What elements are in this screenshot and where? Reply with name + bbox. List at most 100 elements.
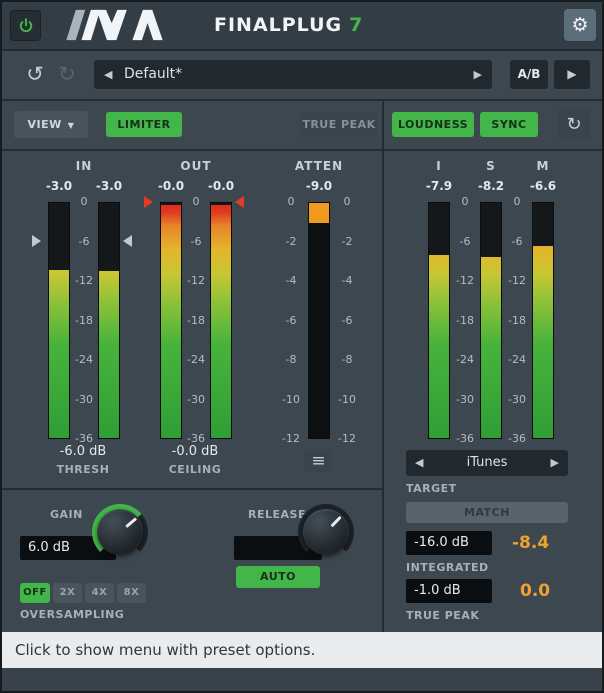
meter-unlit (49, 203, 69, 270)
integrated-target-field[interactable]: -16.0 dB (406, 531, 492, 555)
threshold-readout[interactable]: -6.0 dB (28, 444, 138, 459)
ab-compare-button[interactable]: A/B (510, 60, 548, 89)
out-peak-right: -0.0 (199, 179, 243, 193)
in-meter-title: IN (48, 159, 120, 173)
power-button[interactable] (10, 10, 41, 41)
true-peak-readout: 0.0 (520, 581, 550, 601)
match-button[interactable]: MATCH (406, 502, 568, 523)
scale-tick: -10 (334, 394, 360, 406)
scale-tick: -24 (182, 354, 210, 366)
oversampling-2x-button[interactable]: 2X (53, 583, 82, 603)
view-menu-button[interactable]: VIEW▼ (14, 111, 88, 138)
auto-release-toggle[interactable]: AUTO (236, 566, 320, 588)
loudness-scale-left: 0 -6 -12 -18 -24 -30 -36 (450, 196, 480, 445)
meter-fill (161, 203, 181, 438)
loudness-scale-right: 0 -6 -12 -18 -24 -30 -36 (502, 196, 532, 445)
target-next-icon[interactable]: ▶ (551, 450, 559, 476)
scale-tick: 0 (334, 196, 360, 208)
scale-tick: -8 (334, 354, 360, 366)
scale-tick: -12 (334, 433, 360, 445)
preset-selector[interactable]: ◀ Default* ▶ (94, 60, 492, 89)
scale-tick: -18 (450, 315, 480, 327)
divider (2, 488, 382, 490)
scale-tick: -24 (70, 354, 98, 366)
redo-icon: ↻ (58, 62, 76, 86)
oversampling-8x-button[interactable]: 8X (117, 583, 146, 603)
momentary-meter (532, 202, 554, 439)
scale-tick: -24 (450, 354, 480, 366)
shortterm-peak: -8.2 (469, 179, 513, 193)
true-peak-toggle[interactable]: TRUE PEAK (300, 112, 378, 137)
target-selector[interactable]: ◀ iTunes ▶ (406, 450, 568, 476)
undo-button[interactable]: ↺ (22, 61, 48, 87)
scale-tick: -18 (70, 315, 98, 327)
momentary-meter-title: M (521, 159, 565, 173)
redo-button[interactable]: ↻ (54, 61, 80, 87)
integrated-readout: -8.4 (512, 533, 549, 553)
scale-tick: -6 (502, 236, 532, 248)
scale-tick: -18 (182, 315, 210, 327)
ceiling-readout[interactable]: -0.0 dB (140, 444, 250, 459)
scale-tick: -12 (450, 275, 480, 287)
loudness-reset-button[interactable]: ↻ (558, 108, 590, 140)
meter-menu-button[interactable]: ≡ (304, 450, 333, 472)
release-knob-body (303, 509, 349, 555)
in-meter-right (98, 202, 120, 439)
preset-next-icon[interactable]: ▶ (474, 60, 482, 89)
bottom-bar (2, 668, 602, 693)
gain-knob[interactable] (92, 504, 148, 560)
finalplug-window: FINALPLUG7 ⚙ ↺ ↻ ◀ Default* ▶ A/B ▶ VIEW… (0, 0, 604, 693)
scale-tick: -6 (70, 236, 98, 248)
true-peak-target-field[interactable]: -1.0 dB (406, 579, 492, 603)
in-peak-right: -3.0 (87, 179, 131, 193)
scale-tick: -30 (502, 394, 532, 406)
meter-fill (211, 203, 231, 438)
sync-toggle[interactable]: SYNC (480, 112, 538, 137)
preset-advance-button[interactable]: ▶ (554, 60, 590, 89)
scale-tick: -12 (70, 275, 98, 287)
release-knob[interactable] (298, 504, 354, 560)
ceiling-marker-left[interactable] (144, 196, 153, 208)
ceiling-marker-right[interactable] (235, 196, 244, 208)
integrated-label: INTEGRATED (406, 561, 489, 574)
divider (2, 49, 602, 51)
meter-unlit (481, 203, 501, 257)
integrated-meter-title: I (417, 159, 461, 173)
menu-icon: ≡ (311, 451, 325, 471)
divider (382, 99, 384, 632)
shortterm-meter-title: S (469, 159, 513, 173)
scale-tick: -4 (334, 275, 360, 287)
view-label: VIEW (28, 118, 62, 131)
scale-tick: -6 (182, 236, 210, 248)
integrated-meter (428, 202, 450, 439)
limiter-toggle[interactable]: LIMITER (106, 112, 182, 137)
loudness-toggle[interactable]: LOUDNESS (392, 112, 474, 137)
out-meter-right (210, 202, 232, 439)
plugin-title: FINALPLUG7 (214, 14, 363, 36)
threshold-marker-right[interactable] (123, 235, 132, 247)
preset-prev-icon[interactable]: ◀ (104, 60, 112, 89)
oversampling-4x-button[interactable]: 4X (85, 583, 114, 603)
scale-tick: 0 (182, 196, 210, 208)
out-peak-left: -0.0 (149, 179, 193, 193)
oversampling-off-button[interactable]: OFF (20, 583, 50, 603)
scale-tick: -30 (450, 394, 480, 406)
threshold-marker-left[interactable] (32, 235, 41, 247)
scale-tick: -36 (450, 433, 480, 445)
gear-icon: ⚙ (571, 14, 588, 36)
integrated-peak: -7.9 (417, 179, 461, 193)
out-meter-scale: 0 -6 -12 -18 -24 -30 -36 (182, 196, 210, 445)
atten-meter-title: ATTEN (279, 159, 359, 173)
out-meter-left (160, 202, 182, 439)
play-icon: ▶ (567, 67, 576, 81)
meter-unlit (429, 203, 449, 255)
shortterm-meter (480, 202, 502, 439)
atten-meter (308, 202, 330, 439)
out-meter-title: OUT (160, 159, 232, 173)
settings-button[interactable]: ⚙ (564, 9, 596, 41)
scale-tick: -2 (278, 236, 304, 248)
power-icon (17, 17, 35, 35)
oversampling-label: OVERSAMPLING (20, 608, 124, 621)
scale-tick: 0 (450, 196, 480, 208)
momentary-peak: -6.6 (521, 179, 565, 193)
